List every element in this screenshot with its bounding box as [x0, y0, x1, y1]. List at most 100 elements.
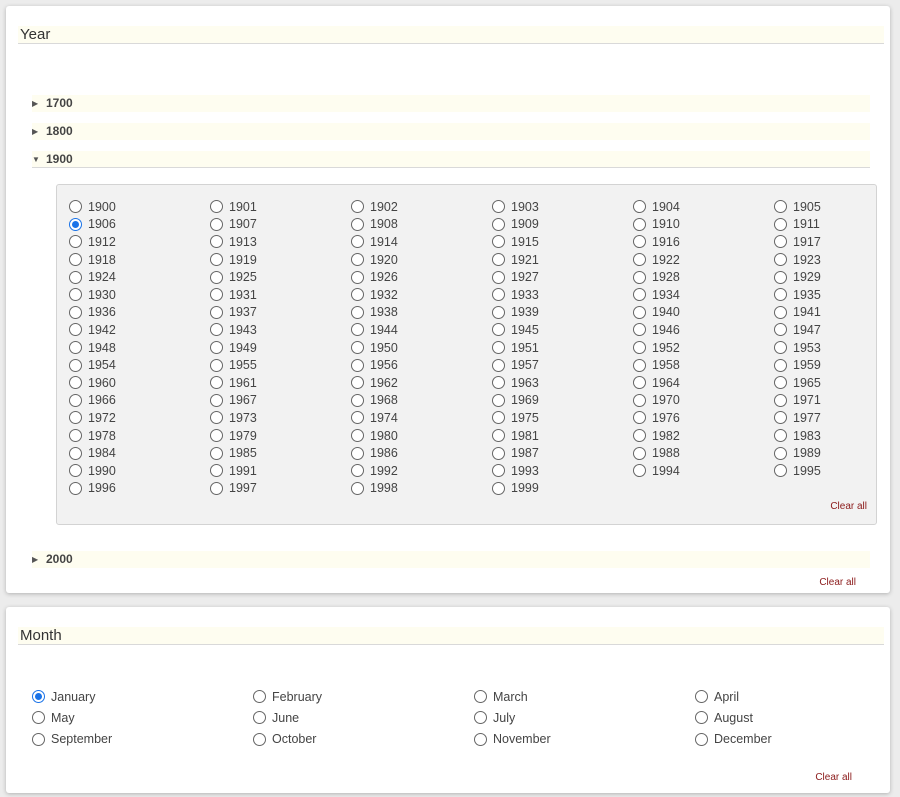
radio-button[interactable] [253, 732, 266, 746]
radio-button[interactable] [210, 429, 223, 443]
year-option-1907[interactable]: 1907 [210, 216, 351, 234]
month-option-march[interactable]: March [474, 686, 695, 707]
radio-button[interactable] [351, 464, 364, 478]
radio-button[interactable] [69, 481, 82, 495]
radio-button[interactable] [774, 323, 787, 337]
year-option-1959[interactable]: 1959 [774, 356, 900, 374]
radio-button[interactable] [633, 235, 646, 249]
year-option-1943[interactable]: 1943 [210, 321, 351, 339]
month-option-april[interactable]: April [695, 686, 900, 707]
year-option-1919[interactable]: 1919 [210, 251, 351, 269]
year-option-1934[interactable]: 1934 [633, 286, 774, 304]
year-option-1908[interactable]: 1908 [351, 216, 492, 234]
radio-button[interactable] [210, 411, 223, 425]
year-option-1925[interactable]: 1925 [210, 268, 351, 286]
year-option-1923[interactable]: 1923 [774, 251, 900, 269]
radio-button[interactable] [633, 253, 646, 267]
radio-button[interactable] [69, 411, 82, 425]
year-option-1987[interactable]: 1987 [492, 444, 633, 462]
year-option-1905[interactable]: 1905 [774, 198, 900, 216]
year-option-1900[interactable]: 1900 [69, 198, 210, 216]
radio-button[interactable] [492, 323, 505, 337]
year-option-1961[interactable]: 1961 [210, 374, 351, 392]
year-option-1927[interactable]: 1927 [492, 268, 633, 286]
radio-button[interactable] [492, 253, 505, 267]
radio-button[interactable] [695, 711, 708, 725]
radio-button[interactable] [69, 341, 82, 355]
radio-button[interactable] [210, 323, 223, 337]
radio-button[interactable] [351, 235, 364, 249]
year-option-1979[interactable]: 1979 [210, 427, 351, 445]
radio-button[interactable] [633, 288, 646, 302]
radio-button[interactable] [69, 358, 82, 372]
radio-button[interactable] [774, 429, 787, 443]
year-option-1951[interactable]: 1951 [492, 339, 633, 357]
radio-button[interactable] [633, 217, 646, 231]
radio-button[interactable] [774, 253, 787, 267]
year-option-1926[interactable]: 1926 [351, 268, 492, 286]
radio-button[interactable] [633, 341, 646, 355]
radio-button[interactable] [492, 270, 505, 284]
year-option-1935[interactable]: 1935 [774, 286, 900, 304]
radio-button[interactable] [474, 732, 487, 746]
year-option-1983[interactable]: 1983 [774, 427, 900, 445]
radio-button[interactable] [492, 358, 505, 372]
year-option-1952[interactable]: 1952 [633, 339, 774, 357]
radio-button[interactable] [633, 305, 646, 319]
decade-toggle-1700[interactable]: ▶ 1700 [32, 95, 870, 112]
radio-button[interactable] [633, 464, 646, 478]
radio-button[interactable] [351, 217, 364, 231]
radio-button[interactable] [474, 690, 487, 704]
radio-button[interactable] [492, 235, 505, 249]
year-option-1988[interactable]: 1988 [633, 444, 774, 462]
year-option-1976[interactable]: 1976 [633, 409, 774, 427]
month-option-september[interactable]: September [32, 729, 253, 750]
year-option-1981[interactable]: 1981 [492, 427, 633, 445]
radio-button[interactable] [210, 270, 223, 284]
decade-toggle-1900[interactable]: ▼ 1900 [32, 151, 870, 168]
radio-button[interactable] [351, 288, 364, 302]
radio-button[interactable] [351, 411, 364, 425]
radio-button[interactable] [32, 690, 45, 704]
radio-button[interactable] [774, 358, 787, 372]
year-option-1911[interactable]: 1911 [774, 216, 900, 234]
year-option-1964[interactable]: 1964 [633, 374, 774, 392]
year-option-1931[interactable]: 1931 [210, 286, 351, 304]
radio-button[interactable] [492, 411, 505, 425]
radio-button[interactable] [633, 358, 646, 372]
radio-button[interactable] [633, 270, 646, 284]
year-option-1963[interactable]: 1963 [492, 374, 633, 392]
year-option-1902[interactable]: 1902 [351, 198, 492, 216]
radio-button[interactable] [210, 235, 223, 249]
year-option-1939[interactable]: 1939 [492, 304, 633, 322]
radio-button[interactable] [69, 217, 82, 231]
year-option-1973[interactable]: 1973 [210, 409, 351, 427]
year-option-1966[interactable]: 1966 [69, 392, 210, 410]
radio-button[interactable] [774, 393, 787, 407]
radio-button[interactable] [774, 411, 787, 425]
year-option-1933[interactable]: 1933 [492, 286, 633, 304]
year-option-1969[interactable]: 1969 [492, 392, 633, 410]
radio-button[interactable] [492, 341, 505, 355]
radio-button[interactable] [69, 446, 82, 460]
decade-toggle-2000[interactable]: ▶ 2000 [32, 551, 870, 568]
year-option-1950[interactable]: 1950 [351, 339, 492, 357]
year-option-1945[interactable]: 1945 [492, 321, 633, 339]
radio-button[interactable] [210, 464, 223, 478]
radio-button[interactable] [695, 690, 708, 704]
year-option-1924[interactable]: 1924 [69, 268, 210, 286]
month-option-october[interactable]: October [253, 729, 474, 750]
decade-toggle-1800[interactable]: ▶ 1800 [32, 123, 870, 140]
year-option-1914[interactable]: 1914 [351, 233, 492, 251]
year-option-1953[interactable]: 1953 [774, 339, 900, 357]
year-option-1929[interactable]: 1929 [774, 268, 900, 286]
year-option-1968[interactable]: 1968 [351, 392, 492, 410]
year-option-1967[interactable]: 1967 [210, 392, 351, 410]
year-option-1901[interactable]: 1901 [210, 198, 351, 216]
clear-all-year-link[interactable]: Clear all [819, 577, 856, 588]
radio-button[interactable] [774, 270, 787, 284]
radio-button[interactable] [69, 464, 82, 478]
radio-button[interactable] [492, 429, 505, 443]
radio-button[interactable] [69, 376, 82, 390]
month-option-january[interactable]: January [32, 686, 253, 707]
